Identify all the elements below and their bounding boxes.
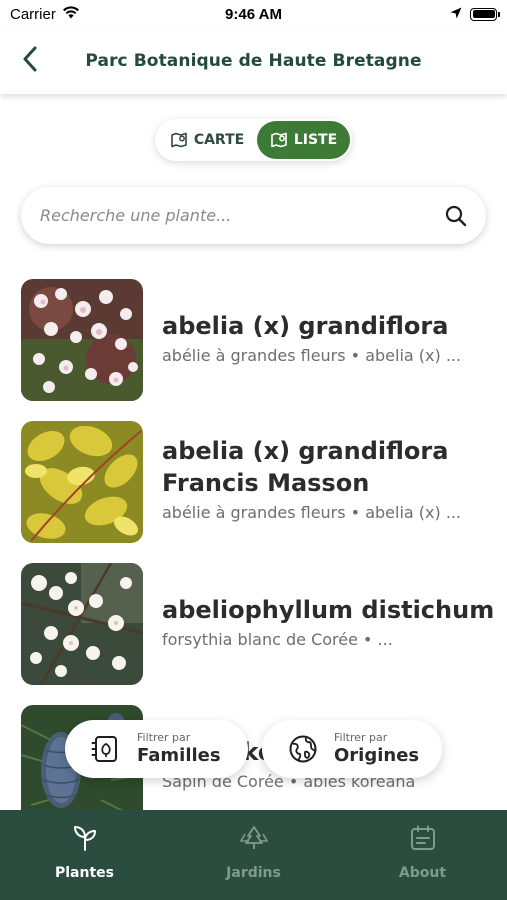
- filter-families-button[interactable]: Filtrer par Familles: [65, 720, 248, 778]
- tab-plantes-label: Plantes: [55, 865, 114, 881]
- globe-icon: [288, 734, 318, 764]
- carrier-label: Carrier: [10, 5, 56, 23]
- map-view-button[interactable]: CARTE: [157, 121, 257, 159]
- filter-origins-label: Origines: [334, 745, 420, 766]
- search-icon[interactable]: [444, 204, 468, 228]
- map-pin-icon: [271, 132, 287, 148]
- list-view-button[interactable]: LISTE: [257, 121, 350, 159]
- chevron-left-icon: [23, 46, 37, 72]
- tab-about[interactable]: About: [338, 810, 507, 900]
- tab-jardins-label: Jardins: [226, 865, 281, 881]
- plant-list-item[interactable]: abelia (x) grandiflora Francis Masson ab…: [0, 421, 507, 543]
- plant-photo: [21, 421, 143, 543]
- tab-bar: Plantes Jardins About: [0, 810, 507, 900]
- battery-icon: [470, 7, 500, 21]
- plant-name: abeliophyllum distichum: [162, 596, 495, 624]
- back-button[interactable]: [14, 43, 46, 75]
- filter-origins-caption: Filtrer par: [334, 731, 388, 744]
- sprout-icon: [70, 823, 100, 853]
- trees-icon: [239, 823, 269, 853]
- plant-name-line2: Francis Masson: [162, 469, 370, 497]
- tab-jardins[interactable]: Jardins: [169, 810, 338, 900]
- search-bar: [21, 187, 486, 244]
- plant-name: abelia (x) grandiflora: [162, 437, 449, 465]
- filter-families-caption: Filtrer par: [137, 731, 191, 744]
- location-arrow-icon: [450, 6, 462, 23]
- map-pin-icon: [171, 132, 187, 148]
- plant-name: abelia (x) grandiflora: [162, 312, 449, 340]
- filter-families-label: Familles: [137, 745, 221, 766]
- status-bar: Carrier 9:46 AM: [0, 0, 507, 28]
- plant-text: abelia (x) grandiflora abélie à grandes …: [162, 310, 487, 367]
- plant-list-item[interactable]: abeliophyllum distichum forsythia blanc …: [0, 563, 507, 685]
- families-icon: [91, 734, 121, 764]
- plant-photo: [21, 279, 143, 401]
- filter-origins-text: Filtrer par Origines: [334, 731, 419, 767]
- wifi-icon: [62, 5, 80, 23]
- navigation-header: Parc Botanique de Haute Bretagne: [0, 28, 507, 94]
- tab-plantes[interactable]: Plantes: [0, 810, 169, 900]
- status-right: [450, 6, 500, 23]
- plant-common-names: forsythia blanc de Corée • ...: [162, 630, 393, 649]
- calendar-info-icon: [408, 823, 438, 853]
- plant-text: abelia (x) grandiflora Francis Masson ab…: [162, 435, 487, 524]
- plant-common-names: abélie à grandes fleurs • abelia (x) ...: [162, 503, 462, 522]
- status-left: Carrier: [10, 6, 80, 23]
- plant-text: abeliophyllum distichum forsythia blanc …: [162, 594, 495, 651]
- plant-list-item[interactable]: abelia (x) grandiflora abélie à grandes …: [0, 279, 507, 401]
- plant-common-names: abélie à grandes fleurs • abelia (x) ...: [162, 346, 462, 365]
- page-title: Parc Botanique de Haute Bretagne: [85, 51, 422, 71]
- map-view-label: CARTE: [193, 132, 245, 148]
- tab-about-label: About: [398, 865, 447, 881]
- filter-origins-button[interactable]: Filtrer par Origines: [262, 720, 442, 778]
- filter-families-text: Filtrer par Familles: [137, 731, 221, 767]
- search-input[interactable]: [40, 206, 444, 225]
- list-view-label: LISTE: [293, 132, 338, 148]
- view-toggle: CARTE LISTE: [155, 119, 352, 161]
- plant-photo: [21, 563, 143, 685]
